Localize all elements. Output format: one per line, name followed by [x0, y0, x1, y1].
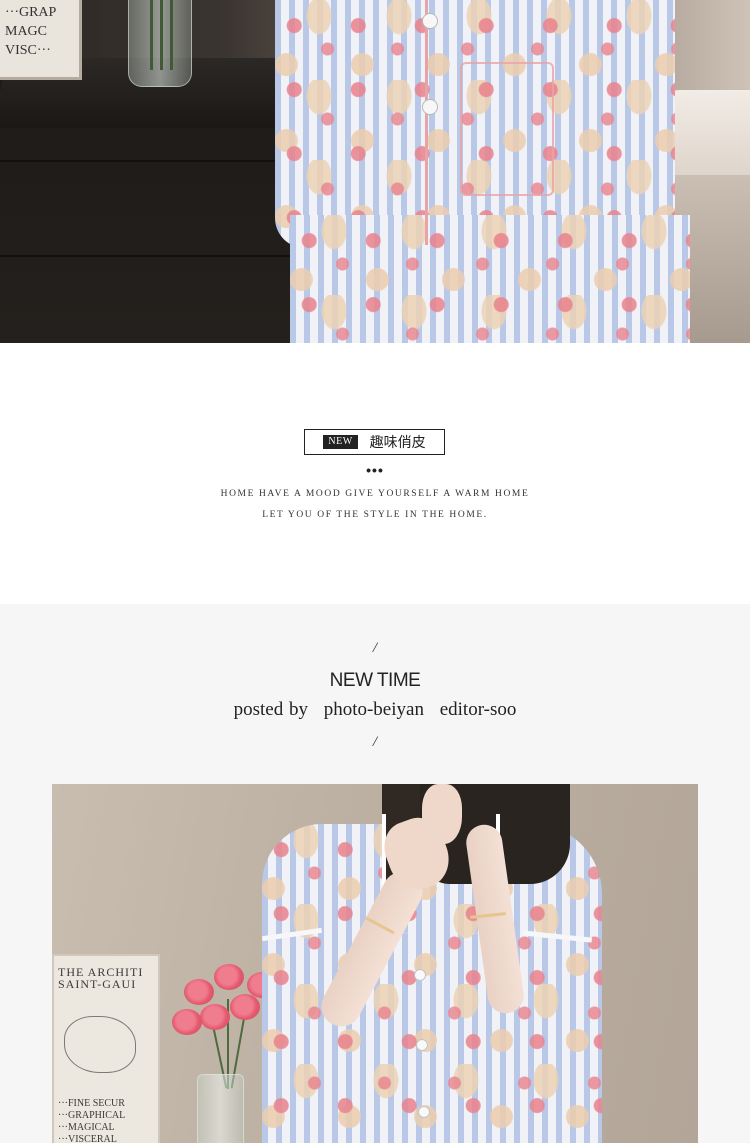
credits-line: posted by photo-beiyan editor-soo — [0, 699, 750, 721]
credits-section: / NEW TIME posted by photo-beiyan editor… — [0, 604, 750, 1143]
drawer-line — [0, 255, 300, 257]
shirt-button — [422, 13, 438, 29]
carnation-flower — [200, 1004, 230, 1030]
intro-section: NEW 趣味俏皮 ••• HOME HAVE A MOOD GIVE YOURS… — [0, 343, 750, 604]
shirt-pocket — [460, 62, 554, 196]
slash-divider-top: / — [372, 640, 378, 656]
tagline-line-2: LET YOU OF THE STYLE IN THE HOME. — [262, 510, 488, 520]
flower-stem — [160, 0, 163, 70]
poster-text-line: VISC··· — [5, 43, 51, 58]
glass-vase — [197, 1074, 244, 1143]
posted-by-label: posted by — [233, 699, 308, 720]
poster-line: ···GRAPHICAL — [58, 1110, 126, 1121]
shirt-button — [416, 1039, 428, 1051]
shirt-button — [418, 1106, 430, 1118]
flower-stem — [170, 0, 173, 70]
poster-line: ···FINE SECUR — [58, 1098, 125, 1109]
editor-credit: editor-soo — [439, 699, 517, 720]
dot-divider: ••• — [366, 462, 384, 478]
pajama-shorts — [290, 215, 690, 343]
shirt-placket — [425, 0, 428, 245]
poster-text-line: MAGC — [5, 24, 48, 39]
framed-poster: THE ARCHITI SAINT-GAUI ···FINE SECUR ···… — [52, 954, 160, 1143]
poster-heading-line: SAINT-GAUI — [58, 977, 137, 991]
section-title: 趣味俏皮 — [369, 435, 426, 451]
poster-sketch — [64, 1016, 136, 1073]
photographer-credit: photo-beiyan — [323, 699, 424, 720]
drawer-line — [0, 160, 300, 162]
poster-text-line: ···GRAP — [5, 5, 57, 20]
poster-line: ···VISCERAL — [58, 1134, 117, 1143]
carnation-flower — [230, 994, 260, 1020]
poster-lines: ···FINE SECUR ···GRAPHICAL ···MAGICAL ··… — [58, 1098, 125, 1143]
model-photo: THE ARCHITI SAINT-GAUI ···FINE SECUR ···… — [52, 784, 698, 1143]
slash-divider-bottom: / — [372, 734, 378, 750]
wall-poster: ···GRAP MAGC VISC··· — [0, 0, 82, 80]
poster-heading: THE ARCHITI SAINT-GAUI — [58, 966, 143, 990]
credits-heading: NEW TIME — [329, 670, 421, 691]
carnation-flower — [184, 979, 214, 1005]
top-product-photo: ···GRAP MAGC VISC··· — [0, 0, 750, 343]
flower-stem — [150, 0, 153, 70]
hand — [422, 784, 462, 844]
carnation-flower — [172, 1009, 202, 1035]
carnation-flower — [214, 964, 244, 990]
shirt-button — [422, 99, 438, 115]
new-badge: NEW — [323, 435, 358, 449]
new-label-box: NEW 趣味俏皮 — [304, 429, 445, 455]
poster-line: ···MAGICAL — [58, 1122, 115, 1133]
tagline-line-1: HOME HAVE A MOOD GIVE YOURSELF A WARM HO… — [220, 489, 530, 499]
shirt-button — [414, 969, 426, 981]
